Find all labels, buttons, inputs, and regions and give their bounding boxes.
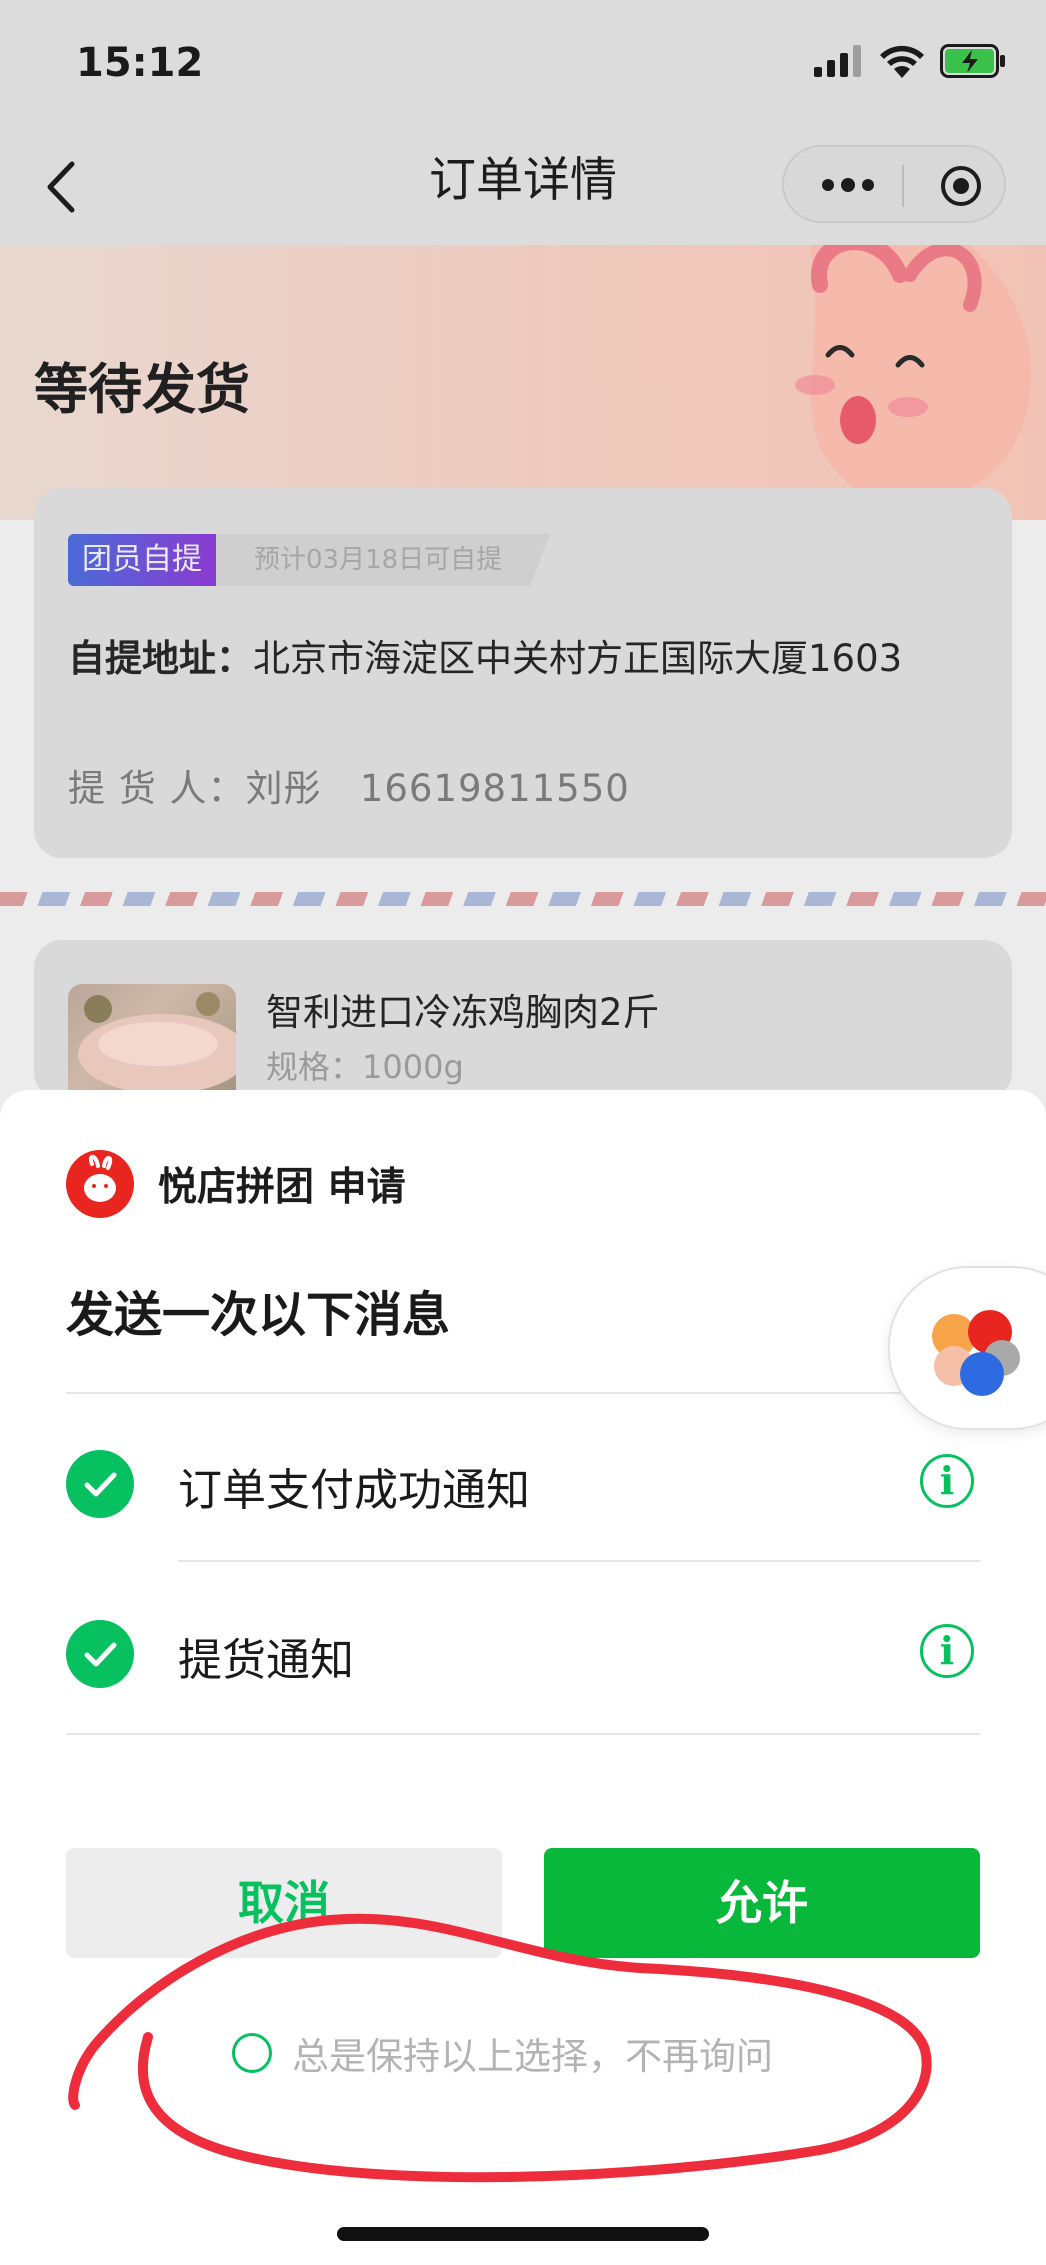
airmail-divider: [0, 892, 1046, 906]
permission-label: 订单支付成功通知: [178, 1465, 530, 1516]
miniprogram-capsule: [782, 145, 1006, 223]
product-image: [68, 984, 236, 1100]
pickup-address-label: 自提地址：: [68, 637, 253, 680]
picker-info: 提 货 人：刘彤 16619811550: [68, 758, 630, 812]
product-spec: 规格：1000g: [266, 1048, 464, 1086]
picker-label: 提 货 人：: [68, 767, 246, 810]
checkmark-icon[interactable]: [66, 1450, 134, 1518]
remember-choice-label: 总是保持以上选择，不再询问: [292, 2035, 773, 2078]
pickup-address-value: 北京市海淀区中关村方正国际大厦1603: [253, 637, 903, 680]
info-icon[interactable]: i: [920, 1454, 974, 1508]
status-time: 15:12: [76, 40, 204, 86]
app-request-title: 悦店拼团 申请: [158, 1165, 406, 1210]
app-logo: [66, 1150, 134, 1218]
permission-item-payment-success[interactable]: 订单支付成功通知 i: [66, 1420, 980, 1540]
capsule-divider: [902, 165, 904, 207]
rabbit-logo-icon: [84, 1154, 116, 1202]
close-miniprogram-icon[interactable]: [939, 164, 983, 208]
remember-choice-option[interactable]: 总是保持以上选择，不再询问: [232, 2026, 773, 2080]
wifi-icon: [880, 45, 924, 78]
order-status-banner: 等待发货: [0, 245, 1046, 520]
permission-divider: [178, 1560, 980, 1562]
mascot-illustration: [795, 245, 1032, 505]
colorful-petals-icon: [932, 1310, 1020, 1396]
picker-name: 刘彤: [245, 767, 322, 810]
product-card[interactable]: 智利进口冷冻鸡胸肉2斤 规格：1000g: [34, 940, 1012, 1100]
nav-bar: 订单详情: [0, 130, 1046, 245]
remember-radio[interactable]: [232, 2033, 272, 2073]
pickup-type-badge: 团员自提: [68, 534, 216, 586]
status-bar: 15:12: [0, 0, 1046, 130]
order-status-title: 等待发货: [34, 358, 250, 421]
app-request-header: 悦店拼团 申请: [66, 1150, 406, 1218]
pickup-eta-badge: 预计03月18日可自提: [216, 534, 551, 586]
info-icon[interactable]: i: [920, 1624, 974, 1678]
permission-item-pickup[interactable]: 提货通知 i: [66, 1590, 980, 1710]
home-indicator: [337, 2227, 709, 2241]
permission-label: 提货通知: [178, 1635, 354, 1686]
sheet-title: 发送一次以下消息: [66, 1287, 451, 1343]
floating-assistant-button[interactable]: [888, 1266, 1046, 1430]
product-name: 智利进口冷冻鸡胸肉2斤: [266, 991, 660, 1034]
cellular-signal-icon: [814, 45, 861, 77]
pickup-info-card: 团员自提 预计03月18日可自提 自提地址：北京市海淀区中关村方正国际大厦160…: [34, 488, 1012, 858]
sheet-divider: [66, 1733, 980, 1735]
sheet-divider: [66, 1392, 980, 1394]
picker-phone: 16619811550: [359, 767, 630, 810]
status-icons: [814, 44, 1006, 78]
pickup-badge: 团员自提 预计03月18日可自提: [68, 534, 551, 586]
more-icon[interactable]: [820, 173, 876, 197]
pickup-address: 自提地址：北京市海淀区中关村方正国际大厦1603: [68, 628, 902, 682]
battery-charging-icon: [940, 44, 1005, 78]
allow-button[interactable]: 允许: [544, 1848, 980, 1958]
checkmark-icon[interactable]: [66, 1620, 134, 1688]
cancel-button[interactable]: 取消: [66, 1848, 502, 1958]
subscribe-message-sheet: 悦店拼团 申请 发送一次以下消息 订单支付成功通知 i 提货通知 i: [0, 1090, 1046, 2265]
